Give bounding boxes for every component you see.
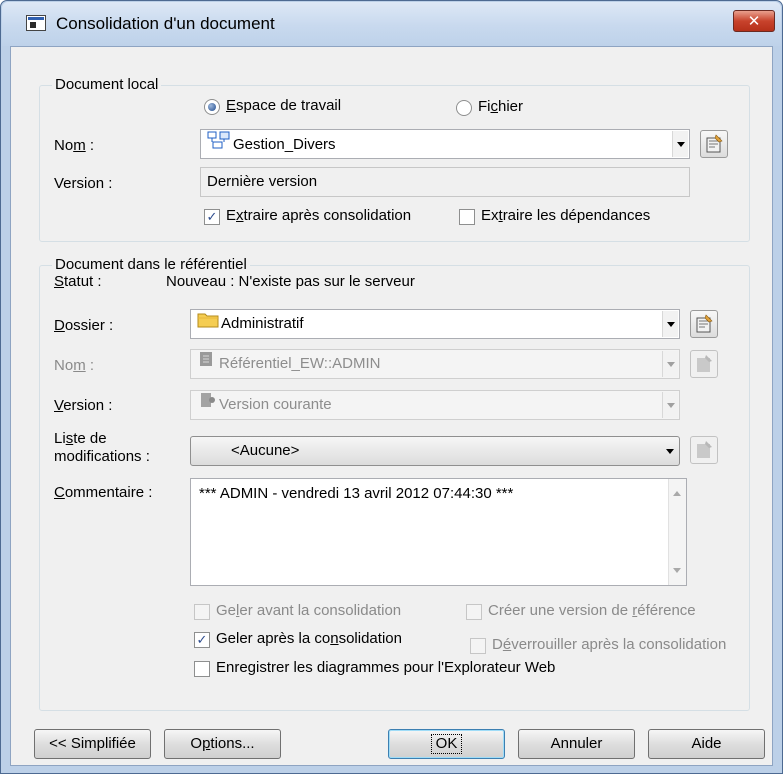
ok-button[interactable]: OK bbox=[388, 729, 505, 759]
chevron-down-icon[interactable] bbox=[672, 131, 688, 157]
check-freeze-after-label[interactable]: Geler après la consolidation bbox=[216, 630, 402, 647]
repo-version-label: Version : bbox=[54, 397, 113, 414]
local-name-combo[interactable]: Gestion_Divers bbox=[200, 129, 690, 159]
changelist-combo[interactable]: <Aucune> bbox=[190, 436, 680, 466]
radio-file-label[interactable]: Fichier bbox=[478, 98, 523, 115]
simplified-button[interactable]: << Simplifiée bbox=[34, 729, 151, 759]
check-save-diagrams-label[interactable]: Enregistrer les diagrammes pour l'Explor… bbox=[216, 659, 555, 676]
comment-scrollbar[interactable] bbox=[668, 479, 686, 585]
check-unlock-after bbox=[470, 638, 486, 654]
check-extract-deps-label[interactable]: Extraire les dépendances bbox=[481, 207, 650, 224]
radio-workspace-label[interactable]: Espace de travail bbox=[226, 97, 341, 114]
local-document-group: Document local Espace de travail Fichier… bbox=[39, 76, 750, 242]
repo-version-combo[interactable]: Version courante bbox=[190, 390, 680, 420]
check-freeze-before-label: Geler avant la consolidation bbox=[216, 602, 402, 619]
properties-icon bbox=[706, 134, 723, 153]
comment-label: Commentaire : bbox=[54, 484, 153, 501]
comment-value: *** ADMIN - vendredi 13 avril 2012 07:44… bbox=[199, 485, 514, 502]
chevron-down-icon bbox=[662, 392, 678, 418]
properties-icon bbox=[696, 314, 713, 333]
status-value: Nouveau : N'existe pas sur le serveur bbox=[166, 273, 415, 290]
repo-name-combo[interactable]: Référentiel_EW::ADMIN bbox=[190, 349, 680, 379]
check-extract-after[interactable]: ✓ bbox=[204, 209, 220, 225]
folder-label: Dossier : bbox=[54, 317, 114, 334]
repo-name-properties-button bbox=[690, 350, 718, 378]
dialog-client: Document local Espace de travail Fichier… bbox=[10, 46, 773, 766]
check-extract-deps[interactable] bbox=[459, 209, 475, 225]
version-icon bbox=[197, 391, 217, 419]
repository-document-group: Document dans le référentiel Statut : No… bbox=[39, 256, 750, 711]
check-save-diagrams[interactable] bbox=[194, 661, 210, 677]
model-icon bbox=[207, 130, 231, 158]
ok-button-label: OK bbox=[430, 734, 463, 754]
chevron-down-icon[interactable] bbox=[662, 311, 678, 337]
local-version-field: Dernière version bbox=[200, 167, 690, 197]
scroll-down-icon[interactable] bbox=[673, 568, 681, 573]
help-button[interactable]: Aide bbox=[648, 729, 765, 759]
window-title: Consolidation d'un document bbox=[56, 14, 275, 33]
properties-icon bbox=[697, 355, 712, 372]
folder-combo[interactable]: Administratif bbox=[190, 309, 680, 339]
options-button[interactable]: Options... bbox=[164, 729, 281, 759]
repo-name-value: Référentiel_EW::ADMIN bbox=[219, 355, 381, 372]
chevron-down-icon bbox=[662, 351, 678, 377]
check-unlock-after-label: Déverrouiller après la consolidation bbox=[492, 636, 727, 653]
properties-icon bbox=[697, 441, 712, 458]
folder-properties-button[interactable] bbox=[690, 310, 718, 338]
changelist-value: <Aucune> bbox=[231, 442, 300, 459]
repository-icon bbox=[197, 350, 217, 378]
repo-version-value: Version courante bbox=[219, 396, 332, 413]
local-properties-button[interactable] bbox=[700, 130, 728, 158]
check-create-ref bbox=[466, 604, 482, 620]
status-label: Statut : bbox=[54, 273, 102, 290]
local-name-value: Gestion_Divers bbox=[233, 135, 336, 153]
comment-textarea[interactable]: *** ADMIN - vendredi 13 avril 2012 07:44… bbox=[190, 478, 687, 586]
close-button[interactable]: ✕ bbox=[733, 10, 775, 32]
repo-name-label: Nom : bbox=[54, 357, 95, 374]
window-icon bbox=[26, 15, 46, 31]
chevron-down-icon[interactable] bbox=[662, 438, 678, 464]
radio-workspace[interactable] bbox=[204, 99, 220, 115]
local-name-label: Nom : bbox=[54, 137, 95, 154]
folder-value: Administratif bbox=[221, 315, 304, 332]
cancel-button[interactable]: Annuler bbox=[518, 729, 635, 759]
title-bar[interactable]: Consolidation d'un document ✕ bbox=[2, 2, 781, 46]
check-extract-after-label[interactable]: Extraire après consolidation bbox=[226, 207, 411, 224]
check-freeze-before bbox=[194, 604, 210, 620]
folder-icon bbox=[197, 310, 219, 338]
check-freeze-after[interactable]: ✓ bbox=[194, 632, 210, 648]
dialog-window: Consolidation d'un document ✕ Document l… bbox=[0, 0, 783, 774]
radio-file[interactable] bbox=[456, 100, 472, 116]
check-create-ref-label: Créer une version de référence bbox=[488, 602, 696, 619]
scroll-up-icon[interactable] bbox=[673, 491, 681, 496]
group-legend-repository: Document dans le référentiel bbox=[52, 256, 250, 273]
group-legend-local: Document local bbox=[52, 76, 162, 93]
local-version-label: Version : bbox=[54, 175, 113, 192]
changelist-properties-button bbox=[690, 436, 718, 464]
changelist-label: Liste de modifications : bbox=[54, 430, 150, 465]
